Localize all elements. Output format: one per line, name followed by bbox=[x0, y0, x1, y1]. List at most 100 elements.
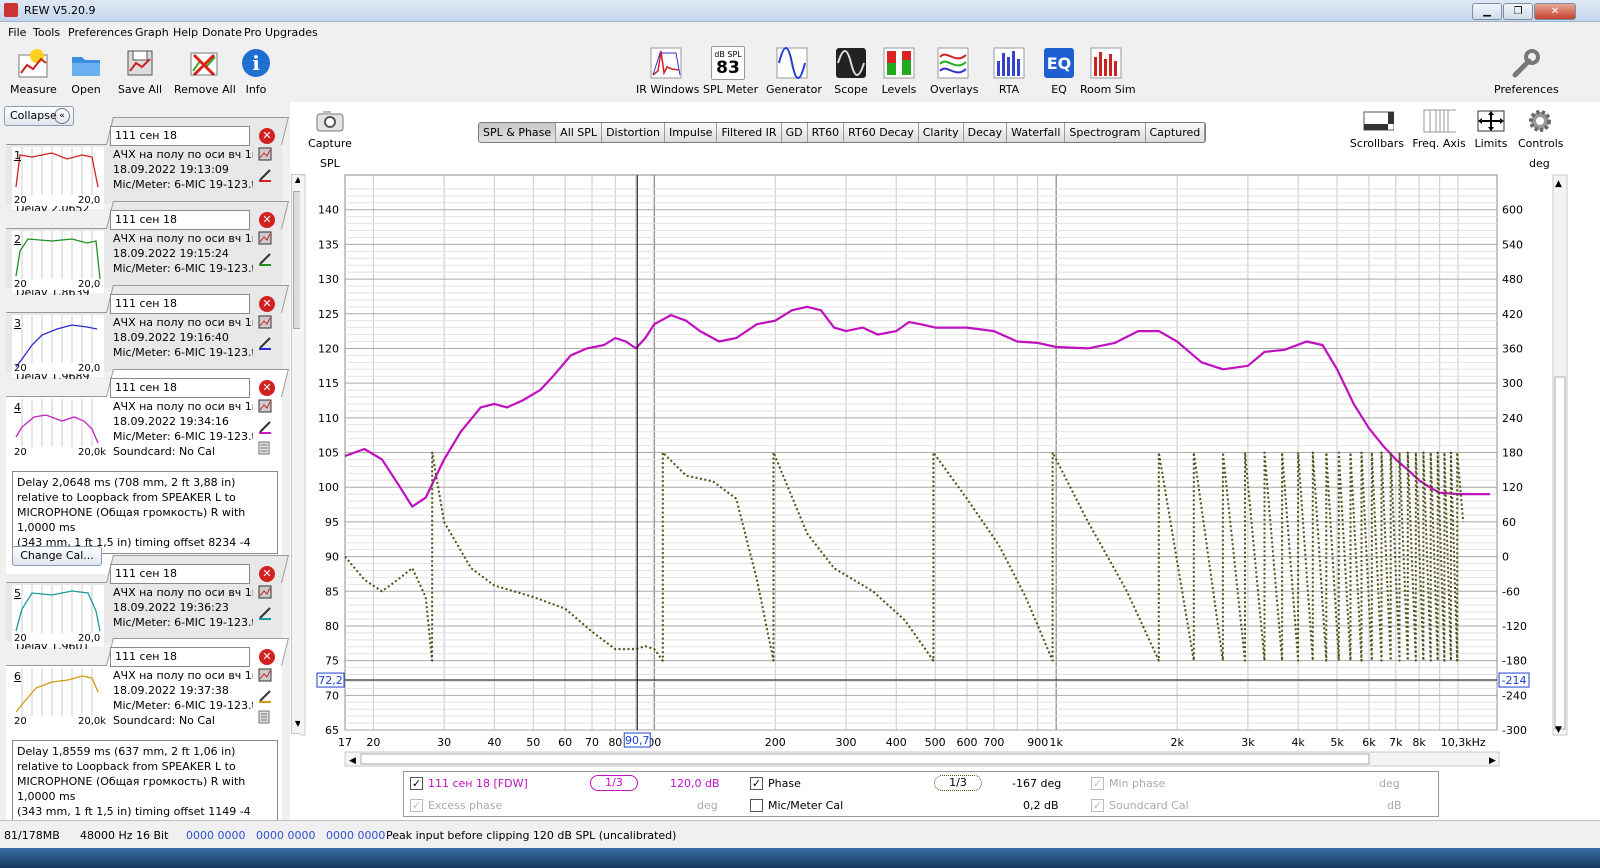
excess-phase-checkbox[interactable]: ✓ bbox=[410, 799, 423, 812]
ir-windows-button[interactable]: IR Windows bbox=[636, 46, 700, 96]
measurement-name-input[interactable]: 111 сен 18 bbox=[110, 564, 250, 584]
spl-meter-button[interactable]: dB SPL 83 SPL Meter bbox=[703, 46, 758, 96]
tab-impulse[interactable]: Impulse bbox=[665, 123, 718, 142]
wrench-icon bbox=[1508, 46, 1542, 80]
notes-icon[interactable] bbox=[258, 441, 274, 456]
menu-help[interactable]: Help bbox=[173, 26, 198, 39]
menu-pro-upgrades[interactable]: Pro Upgrades bbox=[244, 26, 318, 39]
measurement-thumbnail[interactable]: 2 20 20,0 bbox=[12, 231, 104, 293]
trace-color-pen-icon[interactable] bbox=[258, 252, 274, 267]
measure-button[interactable]: Measure bbox=[10, 46, 57, 96]
measurement-number: 4 bbox=[14, 401, 21, 414]
open-button[interactable]: Open bbox=[66, 46, 106, 96]
phase-checkbox[interactable]: ✓ bbox=[750, 777, 763, 790]
y-tick-label: 105 bbox=[318, 447, 339, 460]
collapse-button[interactable]: Collapse « bbox=[4, 106, 74, 126]
tab-spectrogram[interactable]: Spectrogram bbox=[1065, 123, 1146, 142]
measurement-thumbnail[interactable]: 1 20 20,0 bbox=[12, 147, 104, 209]
room-sim-button[interactable]: Room Sim bbox=[1080, 46, 1136, 96]
remove-measurement-icon[interactable]: ✕ bbox=[259, 380, 275, 396]
measurement-card[interactable]: 111 сен 18 ✕ 5 20 20,0 АЧХ на полу по ос… bbox=[6, 555, 289, 649]
freq-axis-button[interactable]: Freq. Axis bbox=[1410, 108, 1468, 150]
measurement-card[interactable]: 111 сен 18 ✕ 6 20 20,0k АЧХ на полу по о… bbox=[6, 638, 289, 843]
generator-button[interactable]: Generator bbox=[766, 46, 822, 96]
trace-color-pen-icon[interactable] bbox=[258, 168, 274, 183]
trace-color-pen-icon[interactable] bbox=[258, 420, 274, 435]
info-button[interactable]: i Info bbox=[238, 46, 274, 96]
save-measurement-icon[interactable] bbox=[258, 231, 274, 246]
measurement-card[interactable]: 111 сен 18 ✕ 1 20 20,0 АЧХ на полу по ос… bbox=[6, 117, 289, 211]
cursor-phase-readout: -214 bbox=[1502, 674, 1527, 687]
min-phase-checkbox[interactable]: ✓ bbox=[1091, 777, 1104, 790]
measurement-card[interactable]: 111 сен 18 ✕ 2 20 20,0 АЧХ на полу по ос… bbox=[6, 201, 289, 295]
x-tick-label: 20 bbox=[366, 736, 380, 749]
trace-color-pen-icon[interactable] bbox=[258, 606, 274, 621]
preferences-button[interactable]: Preferences bbox=[1494, 46, 1559, 96]
remove-measurement-icon[interactable]: ✕ bbox=[259, 566, 275, 582]
tab-filtered-ir[interactable]: Filtered IR bbox=[717, 123, 782, 142]
soundcard-cal-checkbox[interactable]: ✓ bbox=[1091, 799, 1104, 812]
measurement-thumbnail[interactable]: 6 20 20,0k bbox=[12, 668, 106, 730]
trace-smoothing-button[interactable]: 1/3 bbox=[590, 775, 638, 791]
measurement-name-input[interactable]: 111 сен 18 bbox=[110, 378, 250, 398]
trace-color-pen-icon[interactable] bbox=[258, 689, 274, 704]
eq-button[interactable]: EQ EQ bbox=[1040, 46, 1078, 96]
controls-button[interactable]: Controls bbox=[1518, 108, 1564, 150]
tab-gd[interactable]: GD bbox=[782, 123, 808, 142]
tab-spl-phase[interactable]: SPL & Phase bbox=[479, 123, 557, 142]
maximize-button[interactable]: ❐ bbox=[1503, 3, 1533, 20]
scrollbars-button[interactable]: Scrollbars bbox=[1348, 108, 1406, 150]
phase-smoothing-button[interactable]: 1/3 bbox=[934, 775, 982, 791]
menu-donate[interactable]: Donate bbox=[202, 26, 242, 39]
tab-waterfall[interactable]: Waterfall bbox=[1007, 123, 1066, 142]
measurement-thumbnail[interactable]: 5 20 20,0 bbox=[12, 585, 104, 647]
change-cal-button[interactable]: Change Cal... bbox=[12, 546, 102, 566]
limits-button[interactable]: Limits bbox=[1470, 108, 1512, 150]
delay-line: relative to Loopback from SPEAKER L to bbox=[17, 491, 236, 504]
save-measurement-icon[interactable] bbox=[258, 315, 274, 330]
measurement-thumbnail[interactable]: 3 20 20,0 bbox=[12, 315, 104, 377]
remove-measurement-icon[interactable]: ✕ bbox=[259, 649, 275, 665]
measurement-thumbnail[interactable]: 4 20 20,0k bbox=[12, 399, 106, 461]
measurement-name-input[interactable]: 111 сен 18 bbox=[110, 126, 250, 146]
menu-preferences[interactable]: Preferences bbox=[68, 26, 133, 39]
ir-windows-icon bbox=[649, 46, 683, 80]
tab-all-spl[interactable]: All SPL bbox=[556, 123, 603, 142]
tab-rt60-decay[interactable]: RT60 Decay bbox=[844, 123, 919, 142]
mic-cal-checkbox[interactable] bbox=[750, 799, 763, 812]
remove-measurement-icon[interactable]: ✕ bbox=[259, 128, 275, 144]
tab-clarity[interactable]: Clarity bbox=[919, 123, 964, 142]
trace-color-pen-icon[interactable] bbox=[258, 336, 274, 351]
measurement-name-input[interactable]: 111 сен 18 bbox=[110, 210, 250, 230]
tab-captured[interactable]: Captured bbox=[1146, 123, 1206, 142]
measurement-card[interactable]: 111 сен 18 ✕ 3 20 20,0 АЧХ на полу по ос… bbox=[6, 285, 289, 379]
menu-file[interactable]: File bbox=[8, 26, 26, 39]
minimize-button[interactable]: ▁ bbox=[1472, 3, 1502, 20]
trace-legend: ✓ 111 сен 18 [FDW] 1/3 120,0 dB ✓ Phase … bbox=[403, 771, 1439, 817]
menu-tools[interactable]: Tools bbox=[33, 26, 60, 39]
measurement-info: АЧХ на полу по оси вч 1ме 18.09.2022 19:… bbox=[113, 585, 253, 630]
remove-measurement-icon[interactable]: ✕ bbox=[259, 212, 275, 228]
remove-all-button[interactable]: Remove All bbox=[174, 46, 236, 96]
save-measurement-icon[interactable] bbox=[258, 585, 274, 600]
menu-graph[interactable]: Graph bbox=[135, 26, 169, 39]
trace-visible-checkbox[interactable]: ✓ bbox=[410, 777, 423, 790]
overlays-button[interactable]: Overlays bbox=[930, 46, 979, 96]
scope-button[interactable]: Scope bbox=[832, 46, 870, 96]
measurement-name-input[interactable]: 111 сен 18 bbox=[110, 294, 250, 314]
save-all-button[interactable]: Save All bbox=[116, 46, 164, 96]
remove-measurement-icon[interactable]: ✕ bbox=[259, 296, 275, 312]
notes-icon[interactable] bbox=[258, 710, 274, 725]
tab-decay[interactable]: Decay bbox=[964, 123, 1008, 142]
capture-button[interactable]: Capture bbox=[308, 108, 352, 150]
tab-distortion[interactable]: Distortion bbox=[602, 123, 665, 142]
save-measurement-icon[interactable] bbox=[258, 399, 274, 414]
save-measurement-icon[interactable] bbox=[258, 147, 274, 162]
levels-button[interactable]: Levels bbox=[880, 46, 918, 96]
close-button[interactable]: ✕ bbox=[1534, 3, 1576, 20]
rta-button[interactable]: RTA bbox=[990, 46, 1028, 96]
tab-rt60[interactable]: RT60 bbox=[808, 123, 845, 142]
measurement-name-input[interactable]: 111 сен 18 bbox=[110, 647, 250, 667]
spl-phase-chart[interactable]: 65 70 75 80 85 90 95 100 105 110 115 120 125 130 135 14… bbox=[300, 150, 1568, 772]
save-measurement-icon[interactable] bbox=[258, 668, 274, 683]
